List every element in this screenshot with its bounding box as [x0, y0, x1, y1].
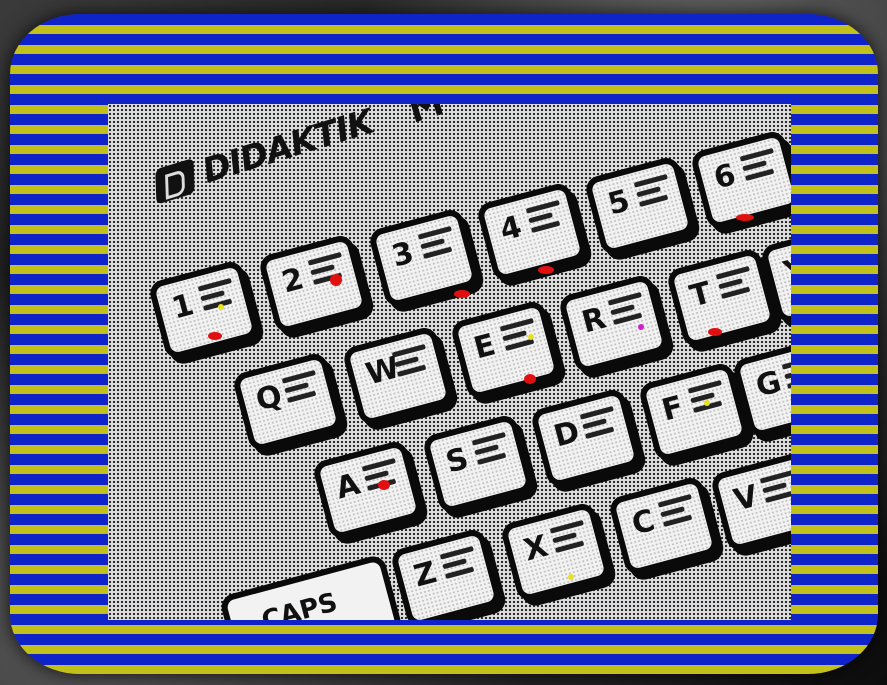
yellow-speck: [568, 574, 574, 580]
key-6-label: 6: [710, 157, 740, 197]
key-t-label: T: [686, 275, 716, 315]
key-5-label: 5: [604, 183, 634, 223]
red-speck: [378, 480, 390, 490]
key-y-label: Y: [780, 251, 791, 291]
tv-screen-border: DIDAKTIK 1 2 3 4 5 6 Q W E R T Y A S D F…: [10, 14, 878, 674]
key-legend: [657, 494, 697, 527]
key-a: A: [311, 438, 425, 542]
key-a-label: A: [332, 466, 364, 507]
key-w: W: [341, 324, 455, 428]
key-c: C: [607, 474, 721, 578]
key-s-label: S: [442, 441, 473, 481]
key-legend: [579, 406, 619, 439]
key-caps-label: CAPS: [258, 587, 341, 620]
key-legend: [687, 380, 727, 413]
key-legend: [281, 370, 321, 403]
key-r: R: [557, 272, 671, 376]
magenta-speck: [638, 324, 644, 330]
key-f: F: [637, 360, 751, 464]
key-legend: [525, 200, 565, 233]
key-3-label: 3: [388, 235, 418, 275]
red-speck: [538, 266, 554, 274]
didaktik-logo: DIDAKTIK: [150, 104, 445, 206]
key-s: S: [421, 412, 535, 516]
red-speck: [454, 290, 470, 298]
key-legend: [715, 266, 755, 299]
key-v: V: [709, 450, 791, 554]
key-e: E: [449, 298, 563, 402]
yellow-speck: [218, 304, 224, 310]
key-v-label: V: [730, 478, 762, 519]
key-legend: [781, 356, 791, 389]
key-f-label: F: [658, 389, 688, 429]
dithered-picture: DIDAKTIK 1 2 3 4 5 6 Q W E R T Y A S D F…: [108, 104, 791, 620]
key-legend: [391, 344, 431, 377]
key-legend: [439, 546, 479, 579]
red-speck: [208, 332, 222, 340]
model-m-icon: [408, 104, 443, 122]
red-speck: [708, 328, 722, 336]
yellow-speck: [704, 400, 710, 406]
yellow-speck: [528, 334, 534, 340]
key-q: Q: [231, 350, 345, 454]
key-t: T: [665, 246, 779, 350]
key-d-label: D: [550, 414, 584, 455]
red-speck: [330, 274, 342, 286]
key-2: 2: [257, 232, 371, 336]
key-legend: [471, 432, 511, 465]
key-q-label: Q: [252, 378, 286, 419]
red-speck: [524, 374, 536, 384]
key-1-label: 1: [168, 287, 198, 327]
key-z: Z: [389, 526, 503, 620]
logo-text: DIDAKTIK: [197, 104, 378, 192]
key-z-label: Z: [410, 555, 441, 595]
key-legend: [549, 520, 589, 553]
key-r-label: R: [578, 300, 610, 341]
key-g-label: G: [752, 364, 786, 405]
key-5: 5: [583, 154, 697, 258]
key-legend: [739, 148, 779, 181]
key-d: D: [529, 386, 643, 490]
key-legend: [607, 292, 647, 325]
key-1: 1: [147, 258, 261, 362]
key-2-label: 2: [278, 261, 308, 301]
key-e-label: E: [470, 327, 500, 367]
key-legend: [633, 174, 673, 207]
didaktik-logo-icon: [155, 157, 195, 205]
key-4: 4: [475, 180, 589, 284]
key-legend: [759, 470, 791, 503]
red-speck: [736, 214, 754, 221]
key-x-label: X: [520, 528, 552, 569]
key-4-label: 4: [496, 209, 526, 249]
key-caps: CAPS: [218, 553, 404, 620]
key-x: X: [499, 500, 613, 604]
key-c-label: C: [628, 502, 659, 543]
key-legend: [417, 226, 457, 259]
